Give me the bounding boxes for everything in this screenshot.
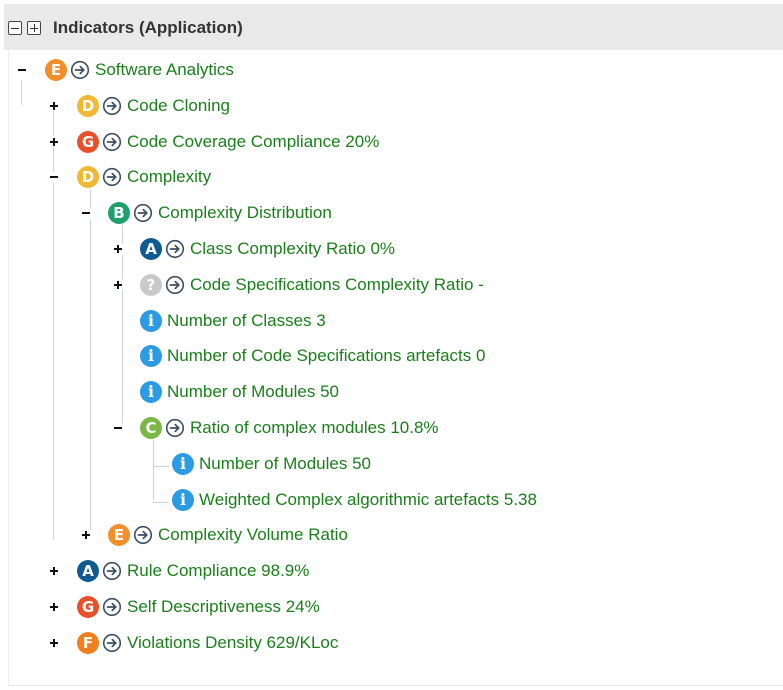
grade-badge: E: [108, 524, 130, 547]
tree-guide-line: [153, 440, 154, 500]
tree-guide-line: [153, 466, 169, 467]
tree-node-label[interactable]: Number of Modules 50: [199, 454, 371, 474]
navigate-arrow-icon[interactable]: [102, 597, 122, 617]
tree-node-label[interactable]: Number of Classes 3: [167, 311, 326, 331]
collapse-toggle-icon[interactable]: [112, 422, 123, 434]
navigate-arrow-icon[interactable]: [165, 418, 185, 438]
navigate-arrow-icon[interactable]: [102, 167, 122, 187]
navigate-arrow-icon[interactable]: [70, 60, 90, 80]
grade-badge: B: [108, 202, 130, 225]
tree-node-label[interactable]: Number of Modules 50: [167, 382, 339, 402]
grade-badge: D: [77, 94, 99, 117]
collapse-toggle-icon[interactable]: [48, 171, 59, 183]
collapse-toggle-icon[interactable]: [80, 207, 91, 219]
expand-toggle-icon[interactable]: [48, 637, 59, 649]
info-icon: i: [140, 345, 162, 368]
info-icon: i: [172, 452, 194, 475]
tree-node-label[interactable]: Violations Density 629/KLoc: [127, 633, 338, 653]
grade-badge: G: [77, 596, 99, 618]
navigate-arrow-icon[interactable]: [102, 96, 122, 116]
expand-toggle-icon[interactable]: [48, 136, 59, 148]
grade-badge: F: [77, 631, 99, 654]
tree-guide-line: [21, 80, 22, 105]
tree-node-label[interactable]: Complexity Volume Ratio: [158, 525, 348, 545]
indicator-tree: E Software Analytics D Code Cloning G Code Co…: [0, 0, 783, 690]
tree-node-label[interactable]: Code Coverage Compliance 20%: [127, 132, 379, 152]
tree-guide-line: [153, 502, 169, 503]
navigate-arrow-icon[interactable]: [102, 132, 122, 152]
grade-badge: A: [140, 238, 162, 260]
tree-node-label[interactable]: Complexity Distribution: [158, 203, 332, 223]
expand-toggle-icon[interactable]: [48, 100, 59, 112]
tree-node-label[interactable]: Number of Code Specifications artefacts …: [167, 346, 485, 366]
collapse-toggle-icon[interactable]: [16, 64, 27, 76]
info-icon: i: [172, 488, 194, 511]
grade-badge: A: [77, 560, 99, 583]
tree-node-label[interactable]: Self Descriptiveness 24%: [127, 597, 320, 617]
expand-toggle-icon[interactable]: [112, 243, 123, 255]
expand-toggle-icon[interactable]: [48, 565, 59, 577]
navigate-arrow-icon[interactable]: [102, 633, 122, 653]
navigate-arrow-icon[interactable]: [133, 525, 153, 545]
navigate-arrow-icon[interactable]: [165, 275, 185, 295]
expand-toggle-icon[interactable]: [48, 601, 59, 613]
indicators-panel: Indicators (Application) E Software Analy…: [0, 0, 783, 690]
expand-toggle-icon[interactable]: [112, 279, 123, 291]
tree-guide-line: [122, 225, 123, 430]
info-icon: i: [140, 381, 162, 404]
navigate-arrow-icon[interactable]: [102, 561, 122, 581]
info-icon: i: [140, 309, 162, 332]
tree-node-label[interactable]: Code Cloning: [127, 96, 230, 116]
grade-badge: G: [77, 130, 99, 153]
tree-guide-line: [90, 190, 91, 540]
grade-badge: C: [140, 417, 162, 439]
grade-badge: ?: [140, 273, 162, 296]
tree-node-label[interactable]: Rule Compliance 98.9%: [127, 561, 309, 581]
tree-node-label[interactable]: Ratio of complex modules 10.8%: [190, 418, 439, 438]
grade-badge: E: [45, 59, 67, 81]
tree-node-label[interactable]: Weighted Complex algorithmic artefacts 5…: [199, 490, 537, 510]
tree-node-label[interactable]: Software Analytics: [95, 60, 234, 80]
navigate-arrow-icon[interactable]: [133, 203, 153, 223]
grade-badge: D: [77, 166, 99, 189]
expand-toggle-icon[interactable]: [80, 529, 91, 541]
tree-node-label[interactable]: Complexity: [127, 167, 211, 187]
tree-node-label[interactable]: Class Complexity Ratio 0%: [190, 239, 395, 259]
navigate-arrow-icon[interactable]: [165, 239, 185, 259]
tree-node-label[interactable]: Code Specifications Complexity Ratio -: [190, 275, 484, 295]
